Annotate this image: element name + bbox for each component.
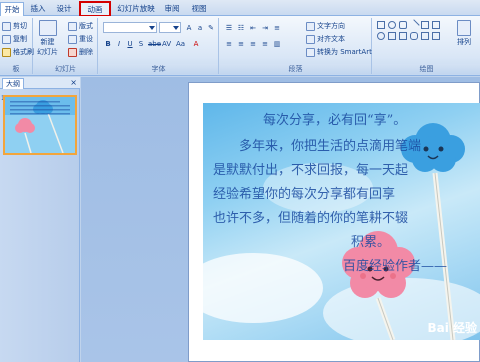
watermark-logo: Bai 经验 (427, 321, 477, 335)
underline-icon[interactable]: U (125, 38, 135, 49)
slide-thumbnail[interactable] (3, 95, 77, 155)
circle-shape-icon[interactable] (377, 32, 385, 40)
reset-icon (68, 34, 77, 44)
delete-icon (68, 47, 77, 57)
arrange-icon (457, 20, 471, 36)
strikethrough-icon[interactable]: abe (147, 38, 161, 49)
slide-background-image: 每次分享，必有回“享”。 多年来，你把生活的点滴用笔端 是默默付出，不求回报，每… (203, 103, 480, 340)
editing-area: 每次分享，必有回“享”。 多年来，你把生活的点滴用笔端 是默默付出，不求回报，每… (81, 77, 480, 362)
line-spacing-icon[interactable]: ≡ (272, 22, 282, 33)
drawing-group: 排列 绘图 (373, 18, 480, 74)
increase-indent-icon[interactable]: ⇥ (260, 22, 270, 33)
justify-icon[interactable]: ≡ (260, 38, 270, 49)
font-name-combo[interactable] (103, 22, 157, 33)
arrow-shape-icon[interactable] (421, 21, 429, 29)
font-group: A a ✎ B I U S abe AV Aa A 字体 (99, 18, 219, 74)
callout-shape-icon[interactable] (410, 32, 418, 40)
align-center-icon[interactable]: ≡ (236, 38, 246, 49)
tab-design[interactable]: 设计 (53, 2, 75, 16)
delete-button[interactable]: 删除 (68, 46, 93, 58)
arrange-button[interactable]: 排列 (457, 20, 471, 50)
grow-font-icon[interactable]: A (184, 22, 194, 33)
tab-animation[interactable]: 动画 (79, 1, 111, 17)
spacing-icon[interactable]: AV (161, 38, 171, 49)
paragraph-group-label: 段落 (220, 64, 371, 74)
chevron-down-icon (149, 26, 155, 30)
slides-group-label: 幻灯片 (34, 64, 97, 74)
slides-group: 新建 幻灯片 版式 重设 删除 幻灯片 (34, 18, 98, 74)
ribbon: 剪切 复制 格式刷 板 新建 幻灯片 版式 重设 删除 幻灯片 A a ✎ B … (0, 16, 480, 76)
pane-tab-bar: 大纲 × (0, 77, 80, 89)
tab-slideshow[interactable]: 幻灯片放映 (116, 2, 156, 16)
thumbnail-image (5, 97, 75, 153)
new-slide-icon (38, 20, 57, 36)
decrease-indent-icon[interactable]: ⇤ (248, 22, 258, 33)
shrink-font-icon[interactable]: a (195, 22, 205, 33)
paintbrush-icon (2, 47, 11, 57)
numbering-icon[interactable]: ☷ (236, 22, 246, 33)
reset-button[interactable]: 重设 (68, 33, 93, 45)
text-direction-button[interactable]: 文字方向 (306, 20, 345, 32)
format-painter-button[interactable]: 格式刷 (2, 46, 34, 58)
layout-button[interactable]: 版式 (68, 20, 93, 32)
tab-view[interactable]: 视图 (188, 2, 210, 16)
close-icon[interactable]: × (70, 78, 77, 88)
paragraph-group: ☰ ☷ ⇤ ⇥ ≡ ≡ ≡ ≡ ≡ ▥ 文字方向 对齐文本 转换为 SmartA… (220, 18, 372, 74)
clipboard-group-label: 板 (0, 64, 32, 74)
slide-title[interactable]: 每次分享，必有回“享”。 (263, 109, 406, 128)
slide-body-line[interactable]: 经验希望你的每次分享都有回享 (213, 183, 395, 202)
align-left-icon[interactable]: ≡ (224, 38, 234, 49)
slide-body-line[interactable]: 是默默付出，不求回报，每一天起 (213, 159, 408, 178)
font-size-combo[interactable] (159, 22, 181, 33)
rounded-rect-shape-icon[interactable] (399, 21, 407, 29)
tab-review[interactable]: 审阅 (161, 2, 183, 16)
star-shape-icon[interactable] (399, 32, 407, 40)
cut-button[interactable]: 剪切 (2, 20, 27, 32)
italic-icon[interactable]: I (114, 38, 124, 49)
ribbon-tab-bar: 开始 插入 设计 动画 幻灯片放映 审阅 视图 (0, 0, 480, 17)
text-direction-icon (306, 21, 315, 31)
brace-shape-icon[interactable] (421, 32, 429, 40)
drawing-group-label: 绘图 (373, 64, 480, 74)
oval-shape-icon[interactable] (388, 21, 396, 29)
slide-body-line[interactable]: 百度经验作者—— (343, 255, 447, 274)
slide-body-line[interactable]: 多年来，你把生活的点滴用笔端 (239, 135, 421, 154)
slide-canvas[interactable]: 每次分享，必有回“享”。 多年来，你把生活的点滴用笔端 是默默付出，不求回报，每… (188, 82, 480, 362)
align-text-button[interactable]: 对齐文本 (306, 33, 345, 45)
tab-outline[interactable]: 大纲 (2, 78, 24, 89)
new-slide-button[interactable]: 新建 幻灯片 (37, 20, 58, 56)
slide-body-line[interactable]: 也许不多，但随着的你的笔耕不辍 (213, 207, 408, 226)
tab-home[interactable]: 开始 (0, 2, 24, 17)
bullets-icon[interactable]: ☰ (224, 22, 234, 33)
clipboard-group: 剪切 复制 格式刷 板 (0, 18, 34, 74)
triangle-shape-icon[interactable] (388, 32, 396, 40)
font-color-icon[interactable]: A (191, 38, 201, 49)
tab-insert[interactable]: 插入 (27, 2, 49, 16)
align-right-icon[interactable]: ≡ (248, 38, 258, 49)
copy-icon (2, 34, 11, 44)
clear-format-icon[interactable]: ✎ (206, 22, 216, 33)
bold-icon[interactable]: B (103, 38, 113, 49)
change-case-icon[interactable]: Aa (175, 38, 185, 49)
rectangle-shape-icon[interactable] (377, 21, 385, 29)
slide-body-line[interactable]: 积累。 (351, 231, 390, 250)
layout-icon (68, 21, 77, 31)
chevron-down-icon (173, 26, 179, 30)
text-box-shape-icon[interactable] (432, 21, 440, 29)
scissors-icon (2, 21, 11, 31)
font-group-label: 字体 (99, 64, 218, 74)
slides-pane: 大纲 × 1 (0, 77, 80, 362)
more-shapes-icon[interactable] (432, 32, 440, 40)
line-shape-icon[interactable] (408, 19, 420, 31)
smartart-button[interactable]: 转换为 SmartArt (306, 46, 372, 58)
shadow-icon[interactable]: S (136, 38, 146, 49)
copy-button[interactable]: 复制 (2, 33, 27, 45)
smartart-icon (306, 47, 315, 57)
align-text-icon (306, 34, 315, 44)
columns-icon[interactable]: ▥ (272, 38, 282, 49)
